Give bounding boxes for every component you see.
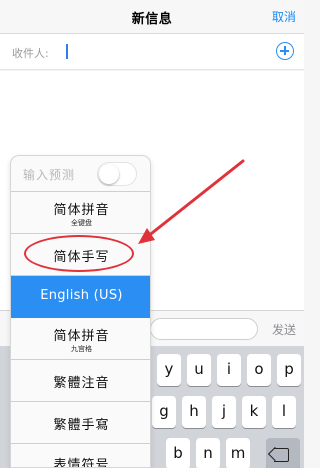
input-method-emoji[interactable]: 表情符号 [11, 444, 150, 468]
recipient-label: 收件人: [12, 47, 49, 60]
key-u[interactable]: u [187, 354, 211, 386]
predictive-text-row: 输入预测 [11, 156, 150, 192]
key-o[interactable]: o [247, 354, 271, 386]
input-method-label: 表情符号 [53, 458, 110, 468]
input-method-label: 繁體手寫 [53, 418, 110, 433]
input-method-sublabel: 九宫格 [71, 345, 92, 353]
recipient-row[interactable]: 收件人: [0, 34, 304, 70]
highlight-ellipse [24, 235, 134, 272]
text-cursor [66, 44, 68, 59]
key-l[interactable]: l [272, 396, 296, 428]
send-button[interactable]: 发送 [272, 321, 296, 338]
key-p[interactable]: p [277, 354, 301, 386]
key-b[interactable]: b [166, 438, 190, 468]
input-method-pinyin-9key[interactable]: 简体拼音 九宫格 [11, 318, 150, 360]
navigation-bar: 新信息 取消 [0, 0, 304, 34]
key-n[interactable]: n [196, 438, 220, 468]
input-method-label: 简体拼音 [53, 203, 110, 218]
key-i[interactable]: i [217, 354, 241, 386]
input-method-menu: 输入预测 简体拼音 全键盘 简体手写 English (US) 简体拼音 九宫格… [10, 155, 151, 468]
add-contact-icon[interactable] [276, 42, 294, 60]
key-j[interactable]: j [212, 396, 236, 428]
cancel-button[interactable]: 取消 [272, 8, 296, 25]
message-input[interactable] [150, 318, 258, 340]
input-method-label: 繁體注音 [53, 376, 110, 391]
delete-key-icon[interactable] [266, 438, 300, 468]
page-title: 新信息 [131, 12, 173, 27]
key-m[interactable]: m [226, 438, 250, 468]
input-method-sublabel: 全键盘 [71, 219, 92, 227]
input-method-zhuyin-traditional[interactable]: 繁體注音 [11, 360, 150, 402]
key-y[interactable]: y [157, 354, 181, 386]
key-g[interactable]: g [152, 396, 176, 428]
key-h[interactable]: h [182, 396, 206, 428]
input-method-pinyin-full[interactable]: 简体拼音 全键盘 [11, 192, 150, 234]
input-method-label: English (US) [40, 288, 123, 303]
input-method-english-us[interactable]: English (US) [11, 276, 150, 318]
input-method-handwriting-traditional[interactable]: 繁體手寫 [11, 402, 150, 444]
predictive-text-label: 输入预测 [23, 168, 76, 182]
predictive-text-toggle[interactable] [97, 162, 137, 186]
key-k[interactable]: k [242, 396, 266, 428]
input-method-label: 简体拼音 [53, 329, 110, 344]
